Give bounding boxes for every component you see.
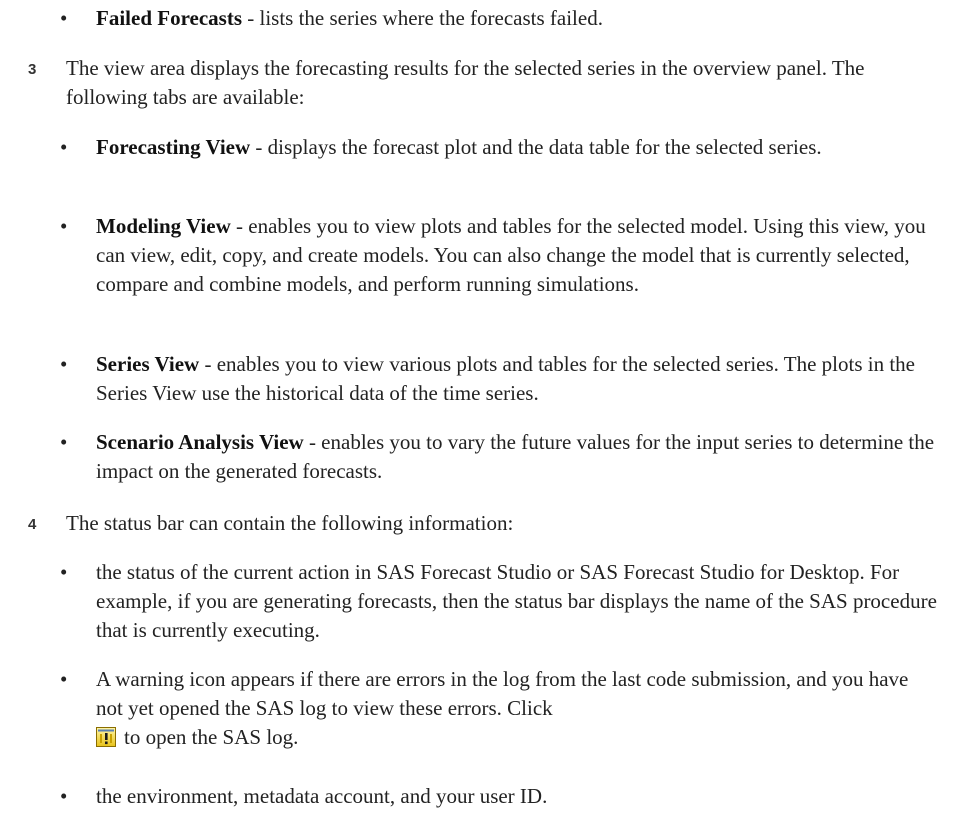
warning-icon-bullet: • A warning icon appears if there are er… <box>60 665 938 752</box>
term-scenario-analysis-view: Scenario Analysis View <box>96 430 304 454</box>
description: - enables you to view various plots and … <box>96 352 915 405</box>
term-forecasting-view: Forecasting View <box>96 135 251 159</box>
term-series-view: Series View <box>96 352 200 376</box>
bullet-mark: • <box>60 560 68 584</box>
environment-info-bullet: • the environment, metadata account, and… <box>60 782 938 811</box>
bullet-mark: • <box>60 430 68 454</box>
series-view-bullet: • Series View - enables you to view vari… <box>60 350 938 408</box>
description: the environment, metadata account, and y… <box>96 784 548 808</box>
failed-forecasts-bullet: • Failed Forecasts - lists the series wh… <box>60 4 938 33</box>
document-page: • Failed Forecasts - lists the series wh… <box>0 0 968 831</box>
description: the status of the current action in SAS … <box>96 560 937 642</box>
modeling-view-bullet: • Modeling View - enables you to view pl… <box>60 212 938 299</box>
step-3: 3 The view area displays the forecasting… <box>28 54 938 112</box>
scenario-analysis-view-bullet: • Scenario Analysis View - enables you t… <box>60 428 938 486</box>
term-failed-forecasts: Failed Forecasts <box>96 6 242 30</box>
forecasting-view-bullet: • Forecasting View - displays the foreca… <box>60 133 938 162</box>
bullet-mark: • <box>60 667 68 691</box>
current-action-status-bullet: • the status of the current action in SA… <box>60 558 938 645</box>
step-number: 4 <box>28 516 37 533</box>
warning-log-icon[interactable] <box>96 726 116 747</box>
step-4: 4 The status bar can contain the followi… <box>28 509 938 538</box>
bullet-mark: • <box>60 352 68 376</box>
bullet-mark: • <box>60 214 68 238</box>
bullet-mark: • <box>60 135 68 159</box>
description: A warning icon appears if there are erro… <box>96 667 909 720</box>
step-text: The view area displays the forecasting r… <box>66 56 865 109</box>
description: - lists the series where the forecasts f… <box>242 6 603 30</box>
bullet-mark: • <box>60 784 68 808</box>
description: - displays the forecast plot and the dat… <box>250 135 822 159</box>
bullet-mark: • <box>60 6 68 30</box>
description-after-icon: to open the SAS log. <box>124 725 299 749</box>
step-number: 3 <box>28 61 37 78</box>
term-modeling-view: Modeling View <box>96 214 231 238</box>
step-text: The status bar can contain the following… <box>66 511 514 535</box>
